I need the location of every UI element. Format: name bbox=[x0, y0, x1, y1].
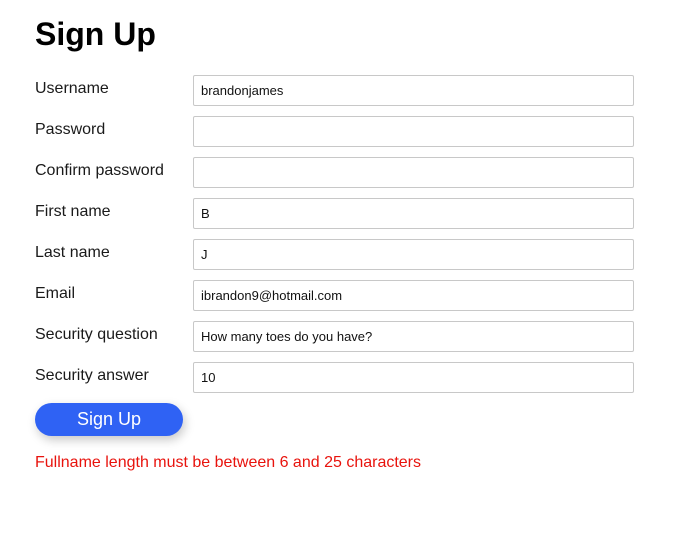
email-row: Email bbox=[35, 280, 635, 311]
first-name-input[interactable] bbox=[193, 198, 634, 229]
username-label: Username bbox=[35, 80, 109, 97]
security-question-label: Security question bbox=[35, 326, 158, 343]
first-name-label: First name bbox=[35, 203, 111, 220]
username-input[interactable] bbox=[193, 75, 634, 106]
password-row: Password bbox=[35, 116, 635, 147]
last-name-row: Last name bbox=[35, 239, 635, 270]
security-answer-label: Security answer bbox=[35, 367, 149, 384]
last-name-input[interactable] bbox=[193, 239, 634, 270]
password-label: Password bbox=[35, 121, 106, 138]
security-answer-row: Security answer bbox=[35, 362, 635, 393]
security-question-input[interactable] bbox=[193, 321, 634, 352]
first-name-row: First name bbox=[35, 198, 635, 229]
email-label: Email bbox=[35, 285, 76, 302]
password-input[interactable] bbox=[193, 116, 634, 147]
last-name-label: Last name bbox=[35, 244, 110, 261]
confirm-password-label: Confirm password bbox=[35, 162, 164, 179]
error-message: Fullname length must be between 6 and 25… bbox=[35, 454, 422, 471]
username-row: Username bbox=[35, 75, 635, 106]
confirm-password-input[interactable] bbox=[193, 157, 634, 188]
email-input[interactable] bbox=[193, 280, 634, 311]
confirm-password-row: Confirm password bbox=[35, 157, 635, 188]
security-question-row: Security question bbox=[35, 321, 635, 352]
page-title: Sign Up bbox=[35, 16, 156, 52]
sign-up-button[interactable]: Sign Up bbox=[35, 403, 183, 436]
security-answer-input[interactable] bbox=[193, 362, 634, 393]
sign-up-form: Username Password Confirm password First… bbox=[35, 75, 635, 403]
